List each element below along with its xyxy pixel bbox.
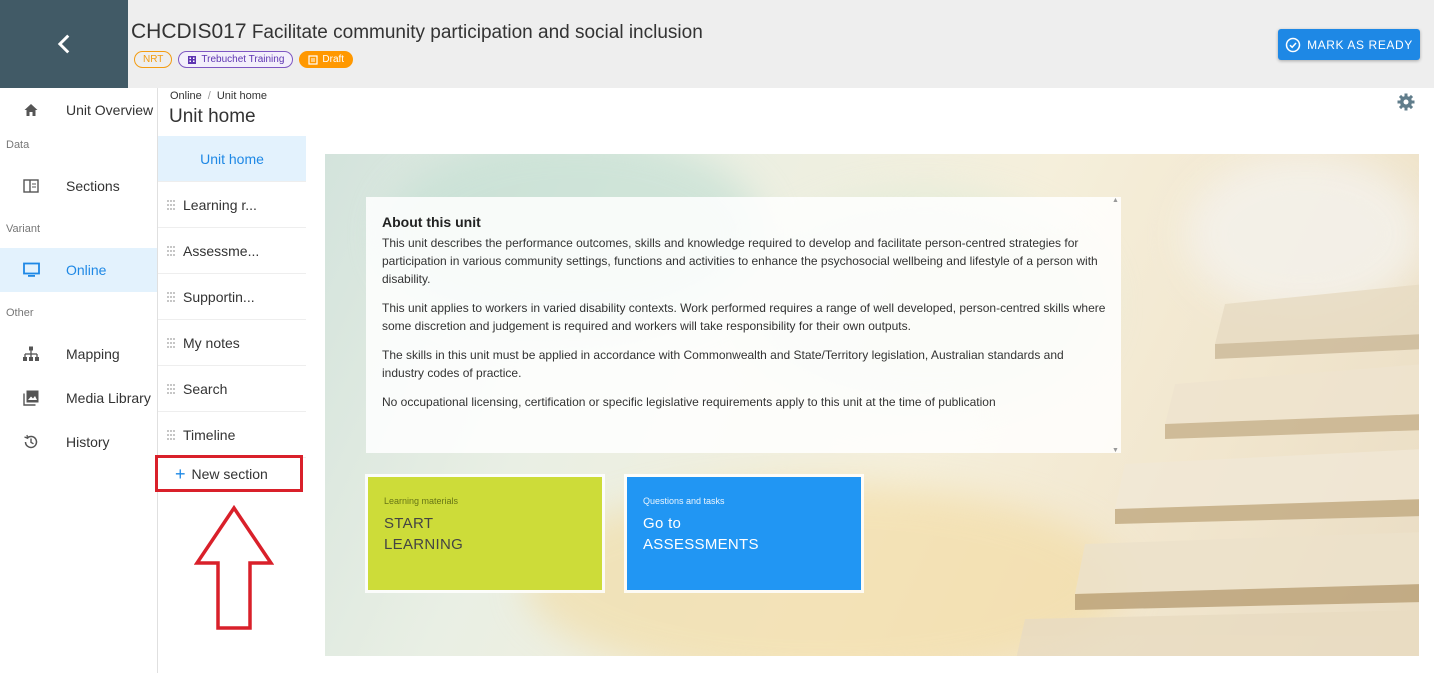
top-header: CHCDIS017 Facilitate community participa… [0, 0, 1434, 88]
organisation-chip-label: Trebuchet Training [201, 53, 285, 65]
back-button[interactable] [0, 0, 128, 88]
nav-group-variant: Variant [6, 223, 41, 235]
home-icon [22, 101, 40, 119]
breadcrumb: Online / Unit home [170, 90, 267, 102]
nrt-chip: NRT [134, 51, 173, 68]
nav-unit-overview[interactable]: Unit Overview [0, 88, 157, 132]
section-item-label: Search [183, 380, 228, 397]
about-paragraph: This unit applies to workers in varied d… [382, 301, 1106, 333]
unit-code: CHCDIS017 [131, 20, 247, 43]
go-to-assessments-card[interactable]: Questions and tasks Go to ASSESSMENTS [627, 477, 861, 590]
nav-sections[interactable]: Sections [0, 164, 157, 208]
sitemap-icon [22, 345, 40, 363]
about-unit-panel: About this unit This unit describes the … [366, 197, 1121, 453]
start-learning-line2: LEARNING [384, 536, 464, 553]
chevron-left-icon [57, 34, 70, 54]
nav-mapping-label: Mapping [66, 346, 120, 362]
section-item-supporting[interactable]: Supportin... [158, 274, 306, 320]
draft-chip-label: Draft [322, 53, 345, 65]
nrt-chip-label: NRT [143, 53, 164, 65]
nav-media-library[interactable]: Media Library [0, 376, 157, 420]
nav-group-data: Data [6, 139, 30, 151]
unit-chips: NRT Trebuchet Training Draft [134, 51, 354, 68]
nav-media-library-label: Media Library [66, 390, 151, 406]
assessments-line2: ASSESSMENTS [643, 536, 759, 553]
nav-online[interactable]: Online [0, 248, 157, 292]
section-item-label: Assessme... [183, 242, 260, 259]
assessments-caption: Questions and tasks [643, 496, 725, 506]
building-icon [188, 55, 197, 64]
section-item-learning-resources[interactable]: Learning r... [158, 182, 306, 228]
about-title: About this unit [382, 214, 481, 230]
start-learning-caption: Learning materials [384, 496, 459, 506]
scroll-down-arrow-icon[interactable]: ▼ [1112, 447, 1119, 454]
drag-handle-icon[interactable] [166, 429, 176, 441]
nav-unit-overview-label: Unit Overview [66, 102, 154, 118]
section-item-label: Supportin... [183, 288, 255, 305]
section-item-label: Learning r... [183, 196, 257, 213]
drag-handle-icon[interactable] [166, 245, 176, 257]
monitor-icon [22, 261, 40, 279]
left-nav: Unit Overview Data Sections Variant Onli… [0, 88, 157, 673]
about-paragraph: The skills in this unit must be applied … [382, 348, 1064, 380]
scroll-up-arrow-icon[interactable]: ▲ [1112, 197, 1119, 204]
drag-handle-icon[interactable] [166, 291, 176, 303]
drag-handle-icon[interactable] [166, 337, 176, 349]
settings-button[interactable] [1396, 92, 1416, 112]
section-item-label: Timeline [183, 426, 236, 443]
section-item-my-notes[interactable]: My notes [158, 320, 306, 366]
breadcrumb-current: Unit home [216, 90, 267, 102]
mark-as-ready-button[interactable]: MARK AS READY [1278, 29, 1420, 60]
nav-history[interactable]: History [0, 420, 157, 464]
annotation-arrow-up-icon [194, 505, 274, 630]
section-item-label: My notes [183, 334, 240, 351]
mark-as-ready-label: MARK AS READY [1307, 37, 1413, 52]
nav-group-other: Other [6, 307, 34, 319]
new-section-button[interactable]: + New section [155, 455, 303, 492]
check-circle-icon [1285, 37, 1301, 52]
section-item-label: Unit home [200, 150, 264, 167]
drag-handle-icon[interactable] [166, 199, 176, 211]
nav-history-label: History [66, 434, 110, 450]
about-paragraph: This unit describes the performance outc… [382, 236, 1098, 286]
unit-name: Facilitate community participation and s… [251, 22, 703, 43]
breadcrumb-root[interactable]: Online [170, 90, 202, 102]
section-item-unit-home[interactable]: Unit home [158, 136, 306, 182]
section-item-search[interactable]: Search [158, 366, 306, 412]
section-item-timeline[interactable]: Timeline [158, 412, 306, 458]
new-section-label: New section [191, 465, 268, 482]
nav-mapping[interactable]: Mapping [0, 332, 157, 376]
nav-sections-label: Sections [66, 178, 120, 194]
draft-icon [308, 54, 318, 65]
drag-handle-icon[interactable] [166, 383, 176, 395]
about-paragraph: No occupational licensing, certification… [382, 395, 996, 409]
organisation-chip: Trebuchet Training [178, 51, 294, 68]
start-learning-line1: START [384, 515, 434, 532]
nav-online-label: Online [66, 262, 107, 278]
draft-chip: Draft [299, 51, 354, 68]
page-title: Unit home [169, 106, 256, 127]
plus-icon: + [175, 463, 186, 484]
sections-icon [22, 177, 40, 195]
image-library-icon [22, 389, 40, 407]
breadcrumb-separator: / [207, 90, 211, 102]
start-learning-card[interactable]: Learning materials START LEARNING [368, 477, 602, 590]
assessments-line1: Go to [643, 515, 682, 532]
section-item-assessments[interactable]: Assessme... [158, 228, 306, 274]
unit-title: CHCDIS017 Facilitate community participa… [131, 20, 703, 44]
history-icon [22, 433, 40, 451]
gear-icon [1397, 93, 1415, 111]
